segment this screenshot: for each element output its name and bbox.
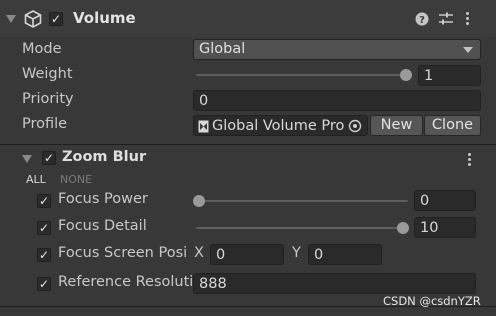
mode-dropdown[interactable]: Global bbox=[193, 39, 481, 60]
object-picker-icon[interactable] bbox=[348, 119, 362, 133]
mode-value: Global bbox=[199, 41, 246, 57]
profile-object-field[interactable]: Global Volume Pro bbox=[193, 115, 368, 136]
profile-asset-icon bbox=[198, 120, 209, 133]
reference-resolution-label: Reference Resoluti bbox=[58, 274, 192, 290]
volume-enabled-checkbox[interactable]: ✓ bbox=[49, 12, 63, 26]
volume-cube-icon bbox=[24, 10, 42, 28]
weight-slider-handle[interactable] bbox=[400, 69, 412, 81]
watermark: CSDN @csdnYZR bbox=[383, 294, 481, 308]
zoom-blur-menu-icon[interactable] bbox=[468, 153, 472, 168]
focus-screen-position-override-checkbox[interactable]: ✓ bbox=[37, 248, 51, 262]
y-label: Y bbox=[292, 245, 301, 261]
volume-foldout-arrow[interactable] bbox=[6, 15, 16, 23]
focus-detail-input[interactable]: 10 bbox=[414, 217, 476, 238]
focus-screen-position-label: Focus Screen Posi bbox=[58, 245, 188, 261]
focus-screen-x-input[interactable]: 0 bbox=[210, 244, 284, 265]
focus-detail-slider-track[interactable] bbox=[196, 227, 406, 229]
zoom-blur-title: Zoom Blur bbox=[62, 149, 147, 165]
kebab-menu-icon[interactable] bbox=[466, 12, 470, 27]
focus-power-override-checkbox[interactable]: ✓ bbox=[37, 194, 51, 208]
profile-value: Global Volume Pro bbox=[212, 118, 344, 134]
chevron-down-icon bbox=[463, 47, 473, 53]
focus-detail-override-checkbox[interactable]: ✓ bbox=[37, 221, 51, 235]
weight-input[interactable]: 1 bbox=[418, 65, 481, 86]
section-divider bbox=[0, 144, 496, 145]
focus-power-slider-handle[interactable] bbox=[193, 195, 205, 207]
mode-label: Mode bbox=[22, 41, 62, 57]
reference-resolution-input[interactable]: 888 bbox=[193, 273, 476, 294]
priority-label: Priority bbox=[22, 91, 74, 107]
focus-power-input[interactable]: 0 bbox=[414, 190, 476, 211]
svg-text:?: ? bbox=[419, 15, 425, 26]
priority-input[interactable]: 0 bbox=[193, 90, 481, 111]
clone-profile-button[interactable]: Clone bbox=[424, 115, 481, 136]
profile-label: Profile bbox=[22, 116, 68, 132]
none-toggle[interactable]: NONE bbox=[60, 173, 92, 186]
x-label: X bbox=[194, 245, 204, 261]
zoom-blur-enabled-checkbox[interactable]: ✓ bbox=[42, 151, 56, 165]
weight-slider-track[interactable] bbox=[196, 74, 408, 76]
focus-detail-slider-handle[interactable] bbox=[397, 222, 409, 234]
preset-icon[interactable] bbox=[438, 12, 454, 26]
all-toggle[interactable]: ALL bbox=[26, 173, 46, 186]
new-profile-button[interactable]: New bbox=[370, 115, 423, 136]
zoom-blur-foldout-arrow[interactable] bbox=[22, 155, 32, 163]
help-icon[interactable]: ? bbox=[415, 12, 429, 26]
reference-resolution-override-checkbox[interactable]: ✓ bbox=[37, 277, 51, 291]
focus-power-slider-track[interactable] bbox=[196, 200, 408, 202]
focus-detail-label: Focus Detail bbox=[58, 218, 147, 234]
focus-screen-y-input[interactable]: 0 bbox=[308, 244, 382, 265]
weight-label: Weight bbox=[22, 66, 73, 82]
focus-power-label: Focus Power bbox=[58, 191, 148, 207]
component-title: Volume bbox=[73, 9, 136, 27]
